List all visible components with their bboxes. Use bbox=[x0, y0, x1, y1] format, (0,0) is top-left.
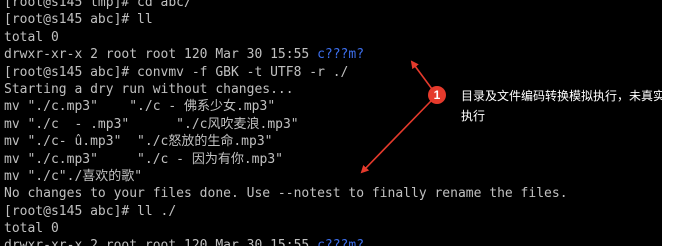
terminal-line-text: mv "./c.mp3" "./c - 因为有你.mp3" bbox=[4, 151, 283, 167]
terminal-line-text: [root@s145 abc]# ll ./ bbox=[4, 203, 177, 219]
terminal-line: [root@s145 abc]# convmv -f GBK -t UTF8 -… bbox=[4, 64, 568, 81]
terminal-line: mv "./c.mp3" "./c - 因为有你.mp3" bbox=[4, 151, 568, 168]
terminal-line-text: total 0 bbox=[4, 29, 59, 45]
terminal-line-text: No changes to your files done. Use --not… bbox=[4, 186, 568, 202]
terminal-line-text: [root@s145 tmp]# cd abc/ bbox=[4, 0, 192, 10]
terminal-line-text: mv "./c- û.mp3" "./c怒放的生命.mp3" bbox=[4, 134, 273, 150]
terminal-line: [root@s145 abc]# ll bbox=[4, 11, 568, 28]
terminal-line-text: [root@s145 abc]# ll bbox=[4, 12, 153, 28]
annotation-badge: 1 bbox=[428, 86, 446, 104]
terminal-line-text: total 0 bbox=[4, 221, 59, 237]
terminal-line: drwxr-xr-x 2 root root 120 Mar 30 15:55 … bbox=[4, 237, 568, 246]
annotation-note: 目录及文件编码转换模拟执行，未真实执行 bbox=[461, 89, 666, 123]
terminal-line-text: mv "./c"./喜欢的歌" bbox=[4, 168, 143, 184]
terminal-line: [root@s145 abc]# ll ./ bbox=[4, 203, 568, 220]
terminal-line: total 0 bbox=[4, 29, 568, 46]
terminal-line: mv "./c"./喜欢的歌" bbox=[4, 168, 568, 185]
terminal-line: No changes to your files done. Use --not… bbox=[4, 185, 568, 202]
directory-name: c???m? bbox=[317, 47, 365, 63]
terminal-line-text: [root@s145 abc]# convmv -f GBK -t UTF8 -… bbox=[4, 64, 349, 80]
terminal-line: total 0 bbox=[4, 220, 568, 237]
screenshot: [root@s145 tmp]# cd abc/ [root@s145 abc]#… bbox=[0, 0, 684, 246]
directory-name: c???m? bbox=[317, 238, 365, 246]
terminal-line: [root@s145 tmp]# cd abc/ bbox=[4, 0, 568, 11]
terminal-line-text: drwxr-xr-x 2 root root 120 Mar 30 15:55 bbox=[4, 238, 318, 246]
terminal-line-text: mv "./c.mp3" "./c - 佛系少女.mp3" bbox=[4, 99, 276, 115]
terminal-line: mv "./c- û.mp3" "./c怒放的生命.mp3" bbox=[4, 133, 568, 150]
terminal-line-text: mv "./c - .mp3" "./c风吹麦浪.mp3" bbox=[4, 116, 299, 132]
terminal-line-text: drwxr-xr-x 2 root root 120 Mar 30 15:55 bbox=[4, 47, 318, 63]
terminal-line: drwxr-xr-x 2 root root 120 Mar 30 15:55 … bbox=[4, 46, 568, 63]
terminal-line-text: Starting a dry run without changes... bbox=[4, 81, 294, 97]
